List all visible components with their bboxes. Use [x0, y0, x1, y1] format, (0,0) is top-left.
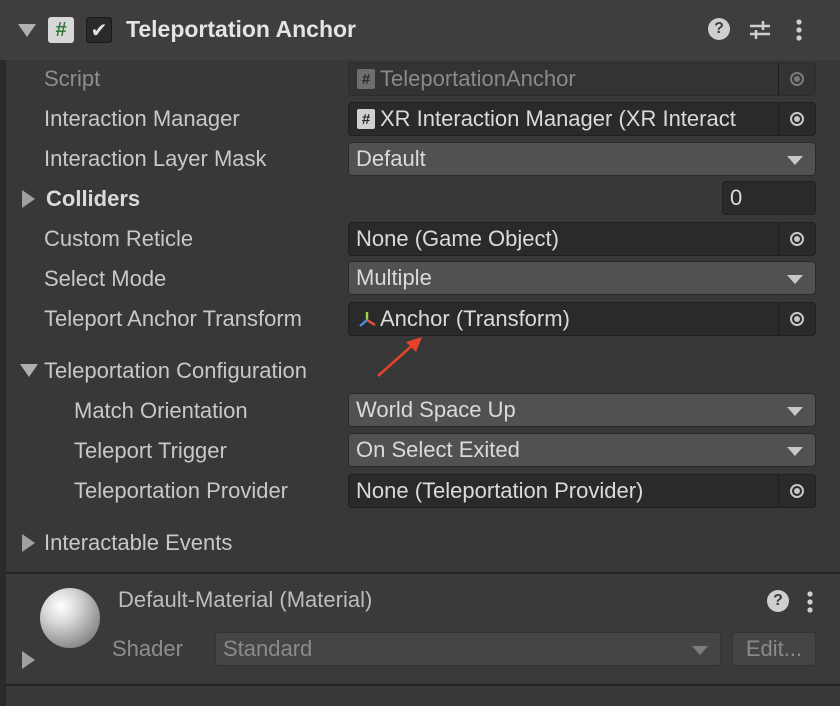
enabled-checkbox[interactable]: ✔ [86, 17, 112, 43]
teleport-anchor-transform-label: Teleport Anchor Transform [44, 306, 303, 331]
script-value: TeleportationAnchor [380, 66, 576, 91]
custom-reticle-label: Custom Reticle [44, 226, 194, 251]
interaction-layer-mask-label: Interaction Layer Mask [44, 146, 267, 171]
teleportation-provider-field[interactable]: None (Teleportation Provider) [348, 474, 816, 508]
interaction-manager-value: XR Interaction Manager (XR Interact [380, 106, 736, 131]
checkmark-icon: ✔ [90, 19, 108, 42]
material-title: Default-Material (Material) [118, 587, 373, 612]
foldout-arrow-icon[interactable] [18, 24, 36, 37]
object-picker-icon [790, 72, 804, 86]
script-label: Script [44, 66, 101, 91]
teleport-anchor-transform-picker[interactable] [778, 303, 815, 335]
teleport-trigger-dropdown[interactable]: On Select Exited [348, 433, 816, 467]
colliders-label[interactable]: Colliders [46, 184, 140, 214]
annotation-arrow-icon [372, 334, 424, 380]
chevron-down-icon [787, 275, 803, 284]
teleportation-configuration-label[interactable]: Teleportation Configuration [44, 356, 307, 386]
chevron-down-icon [787, 407, 803, 416]
material-foldout-icon[interactable] [22, 651, 35, 669]
interaction-layer-mask-dropdown[interactable]: Default [348, 142, 816, 176]
object-picker-icon [790, 112, 804, 126]
object-picker-icon [790, 232, 804, 246]
transform-icon [357, 310, 377, 330]
component-title: Teleportation Anchor [126, 16, 356, 42]
teleportation-provider-picker[interactable] [778, 475, 815, 507]
chevron-down-icon [787, 447, 803, 456]
teleport-trigger-value: On Select Exited [356, 437, 520, 462]
interaction-manager-field[interactable]: # XR Interaction Manager (XR Interact [348, 102, 816, 136]
teleport-anchor-transform-field[interactable]: Anchor (Transform) [348, 302, 816, 336]
custom-reticle-picker[interactable] [778, 223, 815, 255]
chevron-down-icon [787, 156, 803, 165]
select-mode-value: Multiple [356, 265, 432, 290]
select-mode-label: Select Mode [44, 266, 167, 291]
shader-edit-button[interactable]: Edit... [732, 632, 816, 666]
object-picker-icon [790, 312, 804, 326]
select-mode-dropdown[interactable]: Multiple [348, 261, 816, 295]
interaction-manager-picker[interactable] [778, 103, 815, 135]
teleport-trigger-label: Teleport Trigger [74, 438, 227, 463]
match-orientation-label: Match Orientation [74, 398, 248, 423]
shader-dropdown[interactable]: Standard [215, 632, 721, 666]
material-kebab-menu-icon[interactable] [806, 590, 814, 614]
object-picker-icon [790, 484, 804, 498]
help-icon[interactable]: ? [708, 18, 730, 40]
script-hash-icon: # [357, 109, 375, 129]
bottom-divider [6, 684, 840, 686]
match-orientation-value: World Space Up [356, 397, 516, 422]
script-hash-icon: # [357, 69, 375, 89]
teleportation-configuration-foldout-icon[interactable] [20, 364, 38, 377]
teleportation-provider-value: None (Teleportation Provider) [356, 478, 644, 503]
custom-reticle-field[interactable]: None (Game Object) [348, 222, 816, 256]
shader-value: Standard [223, 636, 313, 661]
custom-reticle-value: None (Game Object) [356, 226, 559, 251]
interaction-manager-label: Interaction Manager [44, 106, 240, 131]
script-component-icon: # [48, 17, 74, 43]
interaction-layer-mask-value: Default [356, 146, 426, 171]
interactable-events-foldout-icon[interactable] [22, 534, 35, 552]
script-picker [778, 63, 815, 95]
colliders-size-value: 0 [730, 185, 743, 210]
script-field: # TeleportationAnchor [348, 62, 816, 96]
teleportation-provider-label: Teleportation Provider [74, 478, 289, 503]
material-help-icon[interactable]: ? [767, 590, 789, 612]
material-preview-sphere [40, 588, 100, 648]
kebab-menu-icon[interactable] [795, 18, 803, 42]
presets-icon[interactable] [748, 18, 772, 42]
interactable-events-label[interactable]: Interactable Events [44, 528, 232, 558]
match-orientation-dropdown[interactable]: World Space Up [348, 393, 816, 427]
colliders-size-input[interactable]: 0 [722, 181, 816, 215]
shader-label: Shader [112, 636, 183, 661]
hash-icon: # [55, 18, 67, 41]
chevron-down-icon [692, 646, 708, 655]
teleport-anchor-transform-value: Anchor (Transform) [380, 306, 570, 331]
colliders-foldout-icon[interactable] [22, 190, 35, 208]
edit-button-label: Edit... [745, 636, 803, 661]
